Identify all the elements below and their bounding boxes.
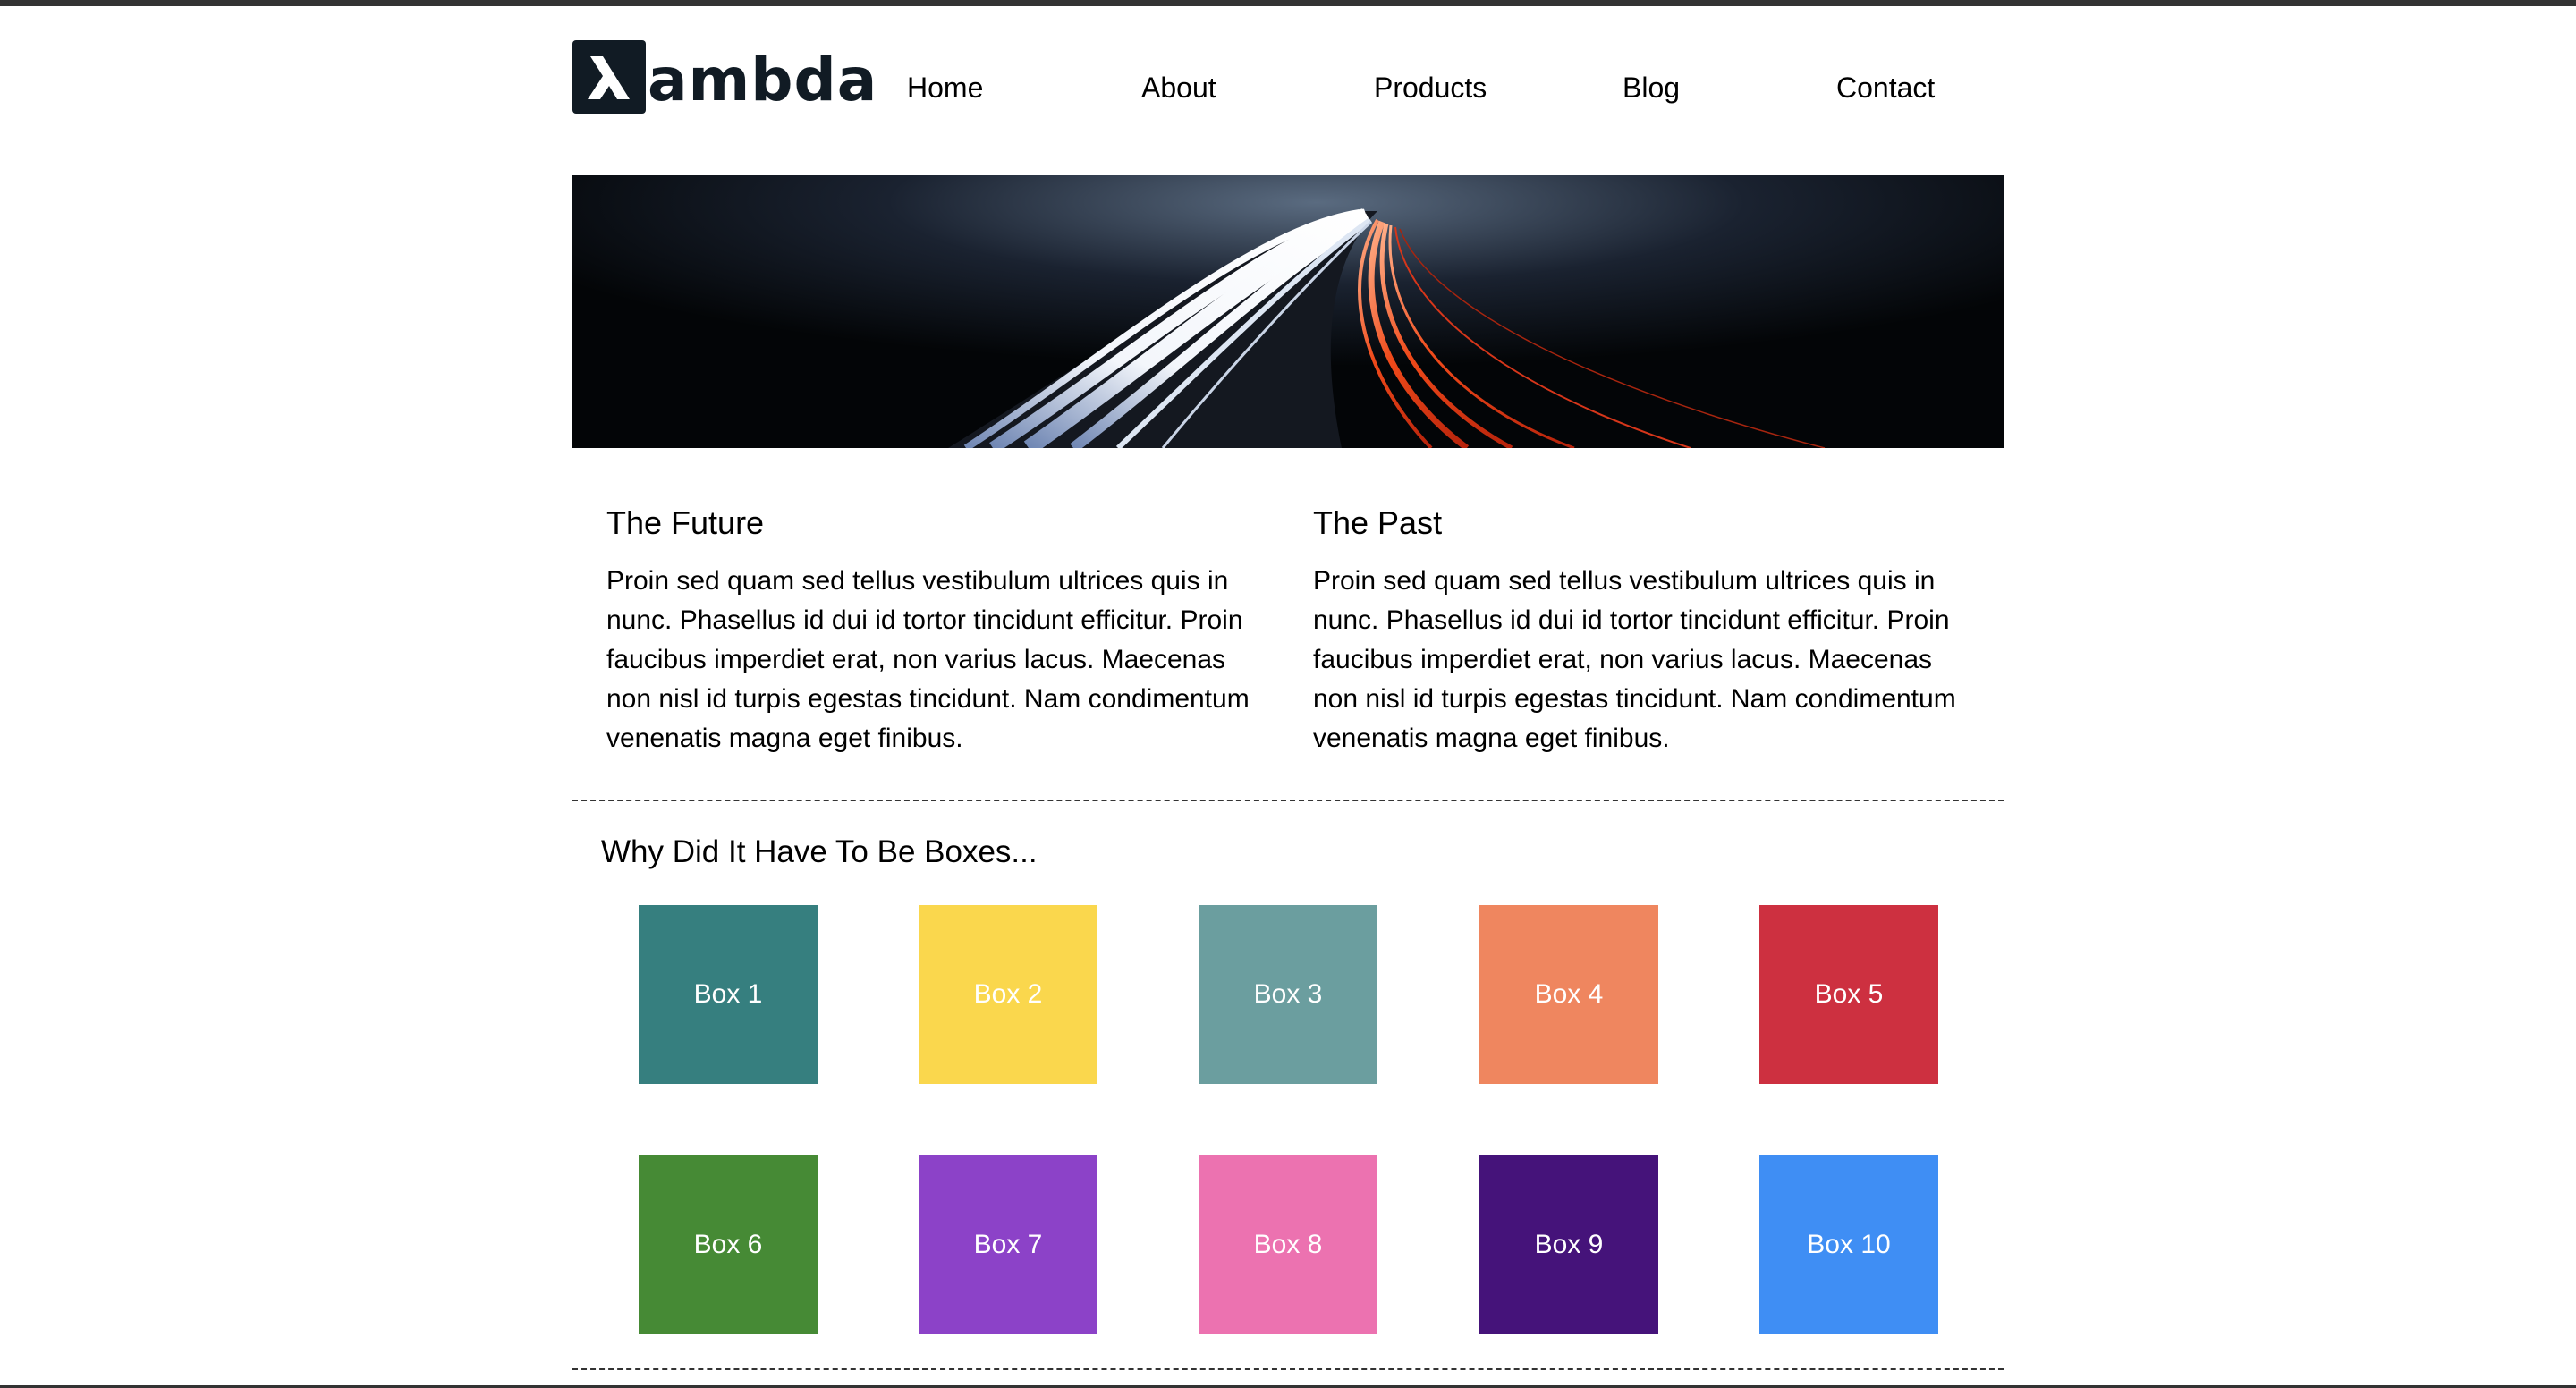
nav-products-link[interactable]: Products: [1374, 72, 1487, 105]
box-7: Box 7: [919, 1155, 1097, 1334]
nav-about-link[interactable]: About: [1141, 72, 1216, 105]
nav-contact-link[interactable]: Contact: [1836, 72, 1935, 105]
box-10: Box 10: [1759, 1155, 1938, 1334]
box-4: Box 4: [1479, 905, 1658, 1084]
site-logo[interactable]: ambda: [572, 40, 877, 114]
bottom-divider: [572, 1368, 2004, 1370]
future-text: Proin sed quam sed tellus vestibulum ult…: [606, 566, 1250, 753]
box-8: Box 8: [1199, 1155, 1377, 1334]
lambda-icon: [572, 40, 646, 114]
nav-blog-link[interactable]: Blog: [1623, 72, 1680, 105]
logo-text: ambda: [648, 46, 878, 114]
box-2: Box 2: [919, 905, 1097, 1084]
past-title: The Past: [1313, 504, 1443, 541]
section-divider: [572, 800, 2004, 801]
main-nav: Home About Products Blog Contact: [907, 72, 2004, 107]
box-6: Box 6: [639, 1155, 818, 1334]
past-text: Proin sed quam sed tellus vestibulum ult…: [1313, 566, 1956, 753]
page-container: ambda Home About Products Blog Contact T…: [572, 0, 2004, 1388]
future-title: The Future: [606, 504, 765, 541]
box-1: Box 1: [639, 905, 818, 1084]
boxes-title: Why Did It Have To Be Boxes...: [601, 834, 1038, 869]
nav-home-link[interactable]: Home: [907, 72, 983, 105]
past-column: The Past Proin sed quam sed tellus vesti…: [1313, 499, 1975, 758]
future-column: The Future Proin sed quam sed tellus ves…: [606, 499, 1268, 758]
hero-image: [572, 175, 2004, 448]
box-5: Box 5: [1759, 905, 1938, 1084]
box-3: Box 3: [1199, 905, 1377, 1084]
box-9: Box 9: [1479, 1155, 1658, 1334]
